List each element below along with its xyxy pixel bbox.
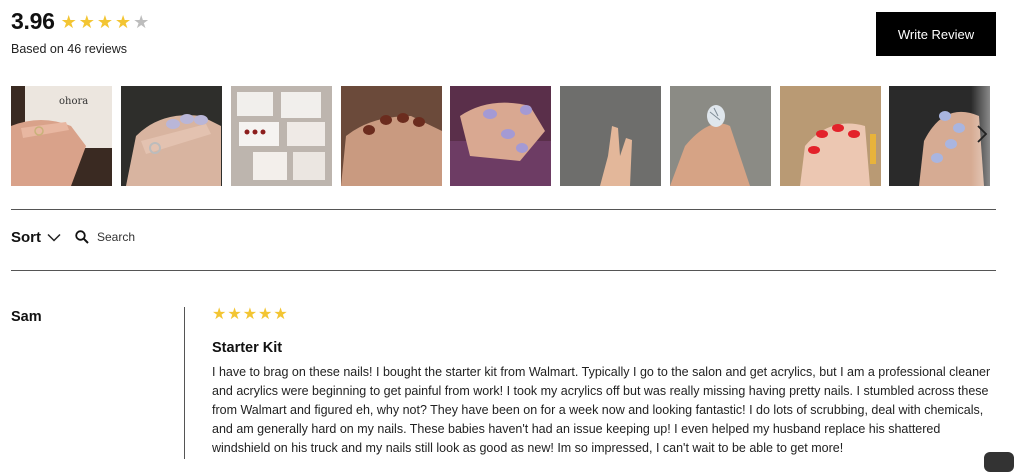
- gallery-next-button[interactable]: [972, 124, 992, 148]
- star-icon: ★: [212, 306, 227, 323]
- star-icon: ★: [60, 11, 77, 32]
- average-rating-row: 3.96 ★ ★ ★ ★ ★: [11, 8, 151, 35]
- divider-top: [11, 209, 996, 210]
- star-icon: ★: [258, 306, 273, 323]
- star-icon: ★: [78, 11, 95, 32]
- photo-bare-fingers-couch[interactable]: [560, 86, 661, 186]
- photo-lilac-nails-ring[interactable]: [121, 86, 222, 186]
- star-icon: ★: [96, 11, 113, 32]
- review-title: Starter Kit: [212, 340, 283, 356]
- review-count: Based on 46 reviews: [11, 42, 128, 56]
- star-icon: ★: [227, 306, 242, 323]
- star-empty-icon: ★: [133, 11, 150, 32]
- photo-nail-kit-boxes[interactable]: [231, 86, 332, 186]
- search-placeholder: Search: [97, 230, 136, 244]
- sort-dropdown[interactable]: Sort: [11, 229, 61, 246]
- photo-lilac-nails-sweater[interactable]: [450, 86, 551, 186]
- ohora-logo-text: ohora: [59, 96, 88, 107]
- chat-widget-button[interactable]: [984, 452, 1014, 472]
- star-icon: ★: [273, 306, 288, 323]
- photo-hand-ohora-box[interactable]: ohora: [11, 86, 112, 186]
- review-author: Sam: [11, 309, 42, 325]
- review-photo-gallery: ohora: [11, 86, 996, 186]
- chevron-right-icon: [976, 124, 988, 149]
- chevron-down-icon: [47, 233, 61, 242]
- average-rating-stars: ★ ★ ★ ★ ★: [61, 13, 152, 31]
- photo-red-nails-floor[interactable]: [780, 86, 881, 186]
- rating-summary: 3.96 ★ ★ ★ ★ ★ Based on 46 reviews: [11, 8, 151, 56]
- review-column-divider: [184, 307, 185, 459]
- write-review-button[interactable]: Write Review: [876, 12, 996, 56]
- photo-marble-thumb-nail[interactable]: [670, 86, 771, 186]
- star-icon: ★: [242, 306, 258, 323]
- review-body: I have to brag on these nails! I bought …: [212, 365, 991, 455]
- search-input[interactable]: Search: [75, 230, 135, 244]
- photo-brown-nails-hand[interactable]: [341, 86, 442, 186]
- search-icon: [75, 230, 89, 244]
- average-rating-value: 3.96: [11, 8, 55, 34]
- sort-label: Sort: [11, 229, 41, 246]
- review-rating-stars: ★ ★ ★ ★ ★: [212, 307, 289, 323]
- divider-bottom: [11, 270, 996, 271]
- star-icon: ★: [115, 11, 132, 32]
